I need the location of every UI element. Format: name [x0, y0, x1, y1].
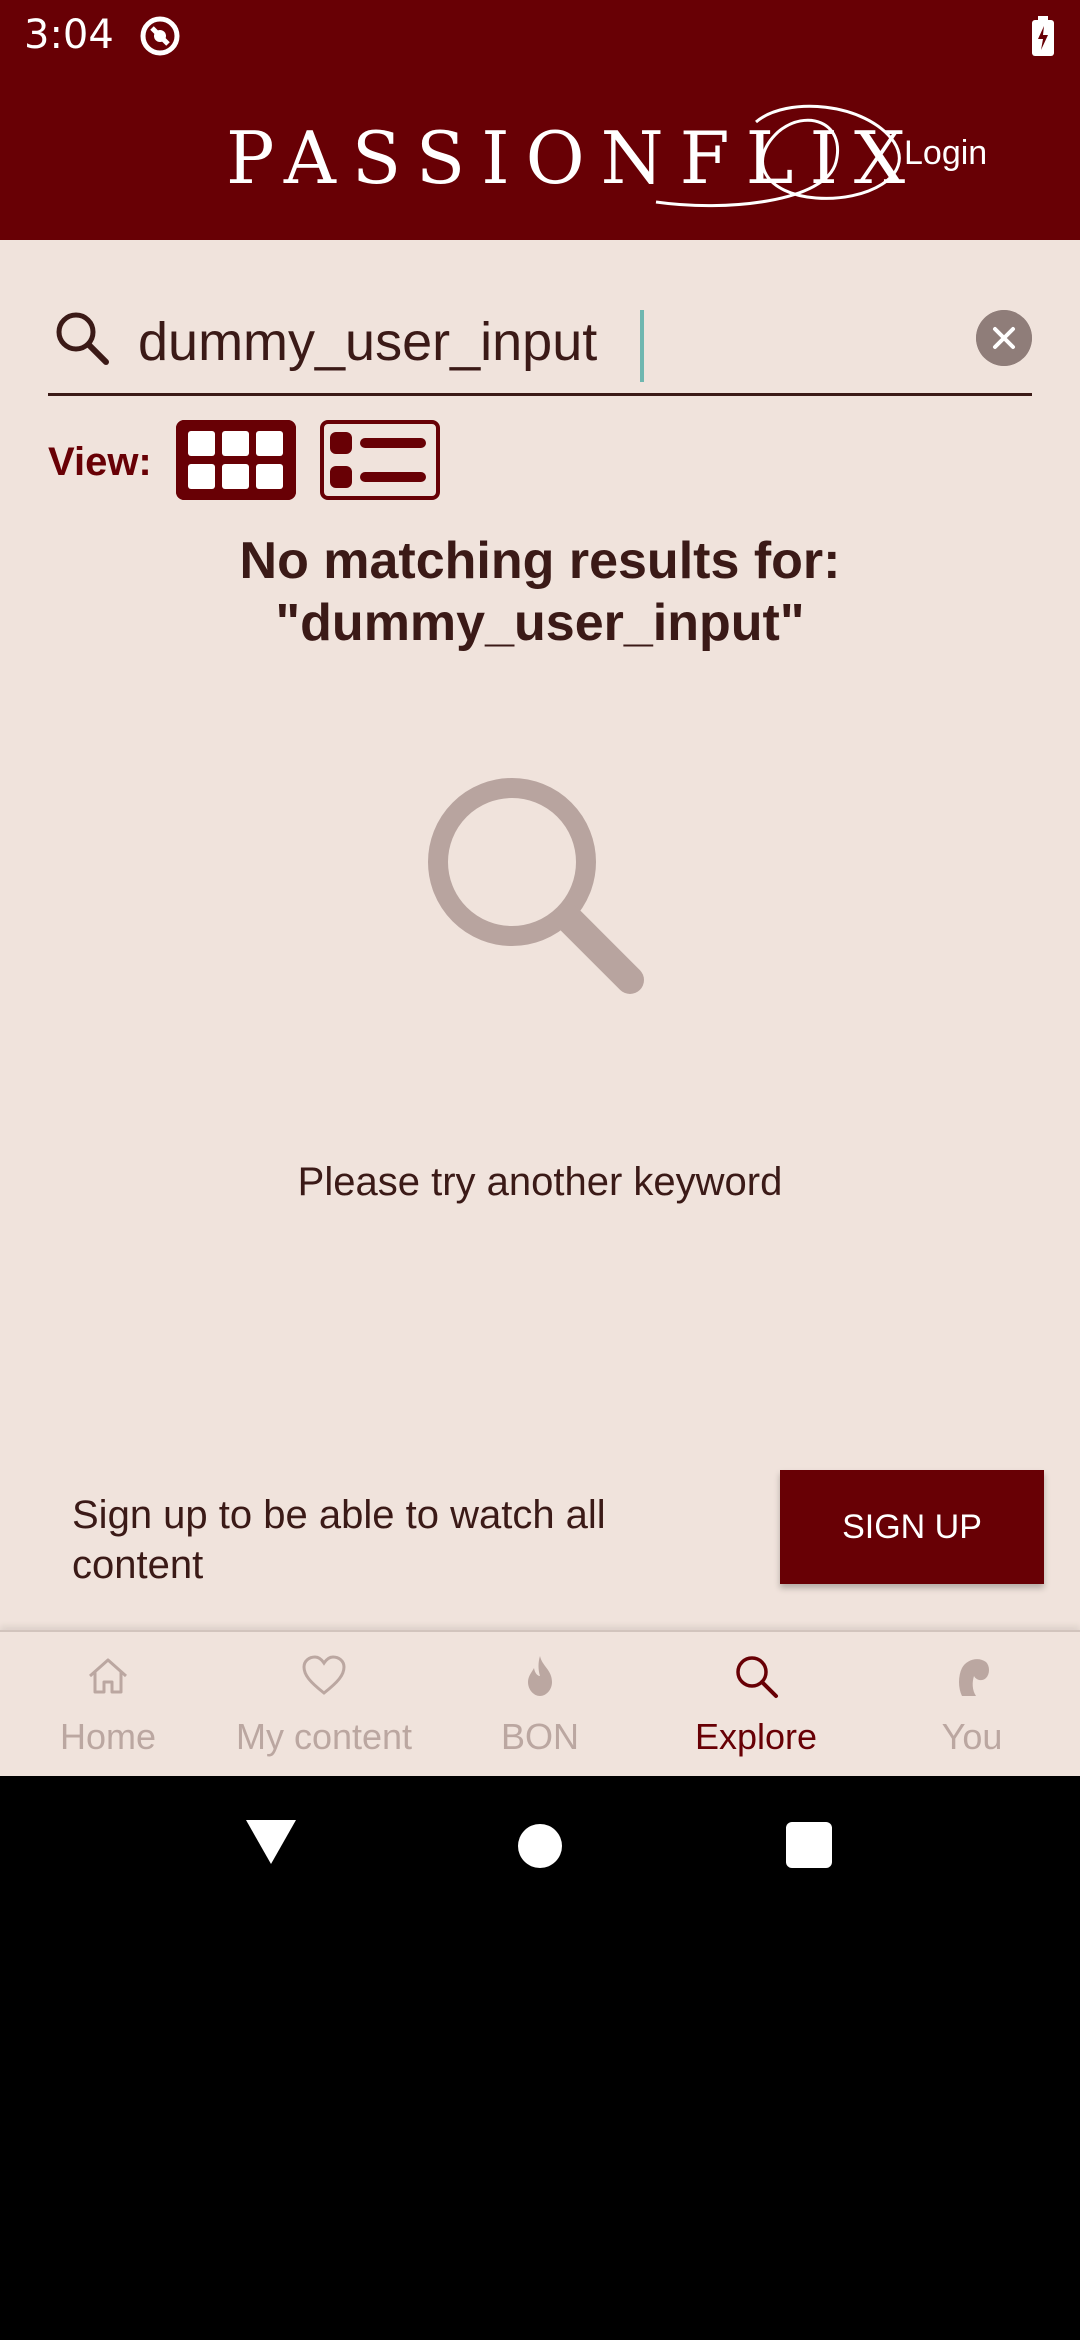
signup-button[interactable]: SIGN UP [780, 1470, 1044, 1584]
view-toggle: View: [48, 420, 648, 504]
text-caret [640, 310, 644, 382]
login-link[interactable]: Login [904, 134, 987, 173]
nav-item-home[interactable]: Home [0, 1632, 216, 1778]
signup-banner: Sign up to be able to watch all content … [0, 1470, 1080, 1630]
app-header: PASSIONFLIX Login [0, 72, 1080, 240]
logo-swirl [655, 104, 901, 208]
status-time: 3:04 [24, 12, 114, 58]
back-icon[interactable] [246, 1820, 296, 1864]
empty-search-icon [428, 778, 644, 994]
home-button-icon[interactable] [518, 1824, 562, 1868]
nav-label-you: You [941, 1716, 1003, 1757]
recents-icon[interactable] [786, 1822, 832, 1868]
bottom-nav: Home My content BON Explore You [0, 1630, 1080, 1776]
search-bar [48, 296, 1032, 396]
nav-item-you[interactable]: You [864, 1632, 1080, 1778]
nav-label-bon: BON [500, 1716, 579, 1757]
nav-item-my-content[interactable]: My content [216, 1632, 432, 1778]
search-icon [56, 312, 109, 365]
search-icon [736, 1656, 778, 1698]
passionflix-logo[interactable]: PASSIONFLIX [226, 102, 906, 214]
nav-label-explore: Explore [694, 1716, 818, 1757]
signup-text: Sign up to be able to watch all content [72, 1493, 606, 1587]
system-nav-bar [0, 1776, 1080, 2340]
battery-charging-icon [1032, 16, 1054, 56]
hint-text: Please try another keyword [297, 1160, 783, 1204]
nav-item-explore[interactable]: Explore [648, 1632, 864, 1778]
home-icon [89, 1658, 127, 1694]
view-label: View: [48, 440, 152, 484]
main-content: View: No matching results for: "dummy_us… [0, 240, 1080, 1630]
status-bar: 3:04 [0, 0, 1080, 72]
grid-view-icon[interactable] [176, 420, 296, 500]
profile-icon [959, 1659, 989, 1696]
list-view-icon[interactable] [320, 420, 440, 500]
nav-label-home: Home [59, 1716, 157, 1757]
nav-item-bon[interactable]: BON [432, 1632, 648, 1778]
no-results-line1: No matching results for: [239, 532, 841, 590]
clear-icon[interactable] [976, 310, 1032, 366]
no-results-title: No matching results for: "dummy_user_inp… [0, 530, 1080, 654]
heart-icon [302, 1655, 346, 1695]
nav-label-my-content: My content [235, 1716, 413, 1757]
search-input[interactable] [138, 302, 938, 382]
flame-icon [528, 1656, 552, 1696]
app-notification-icon [140, 16, 180, 56]
no-results-query: "dummy_user_input" [275, 594, 805, 652]
